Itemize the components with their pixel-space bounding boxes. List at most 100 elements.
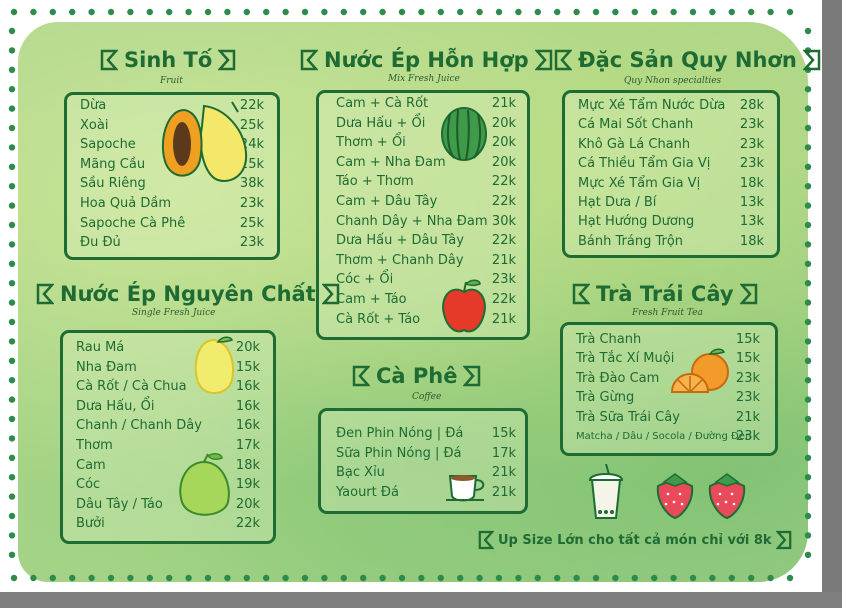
menu-item-price: 25k xyxy=(239,215,264,231)
title-text: Đặc Sản Quy Nhơn xyxy=(578,48,797,72)
border-dot xyxy=(127,574,134,582)
title-tra-trai-cay: Trà Trái Cây xyxy=(572,282,758,306)
border-dot xyxy=(748,574,755,582)
border-dot xyxy=(418,8,425,16)
menu-item-name: Dâu Tây / Táo xyxy=(76,496,163,512)
menu-item-name: Cóc xyxy=(76,477,101,493)
border-dot xyxy=(224,8,231,16)
menu-item-price: 22k xyxy=(491,194,516,209)
menu-item-name: Thơm + Ổi xyxy=(336,135,406,151)
border-dot xyxy=(49,8,56,16)
menu-item-name: Cam + Táo xyxy=(336,292,407,307)
papaya-icon xyxy=(161,101,248,182)
border-dot xyxy=(8,338,16,345)
menu-item-name: Hạt Dưa / Bí xyxy=(578,195,657,210)
menu-item-name: Trà Đào Cam xyxy=(576,370,660,386)
border-dot xyxy=(804,202,812,209)
menu-item-price: 21k xyxy=(735,409,760,425)
menu-item-name: Mực Xé Tẩm Nước Dừa xyxy=(578,98,726,113)
menu-item-name: Cà Rốt / Cà Chua xyxy=(76,379,187,395)
border-dot xyxy=(709,574,716,582)
border-dot xyxy=(728,574,735,582)
menu-item-name: Bánh Tráng Trộn xyxy=(578,233,684,249)
title-dac-san: Đặc Sản Quy Nhơn xyxy=(554,48,821,72)
bracket-left-icon xyxy=(352,365,370,387)
subtitle-ca-phe: Coffee xyxy=(412,392,442,402)
menu-item-name: Cá Mai Sốt Chanh xyxy=(578,117,694,133)
border-dot xyxy=(8,27,16,35)
border-dot xyxy=(204,574,212,582)
title-sinh-to: Sinh Tố xyxy=(100,48,236,72)
border-dot xyxy=(804,27,812,35)
border-dot xyxy=(340,8,347,16)
border-dot xyxy=(804,144,812,151)
menu-item-price: 21k xyxy=(491,252,516,268)
border-dot xyxy=(515,8,522,16)
border-dot xyxy=(379,8,386,16)
border-dot xyxy=(8,66,16,74)
border-dot xyxy=(804,474,812,481)
border-dot xyxy=(8,241,16,248)
title-nuoc-ep-nguyen-chat: Nước Ép Nguyên Chất xyxy=(36,282,340,306)
orange-icon xyxy=(670,348,729,393)
border-dot xyxy=(8,551,16,558)
menu-item-name: Đen Phin Nóng | Đá xyxy=(336,426,464,441)
border-dot xyxy=(30,8,37,16)
border-dot xyxy=(748,8,755,16)
border-dot xyxy=(107,574,115,582)
border-dot xyxy=(379,574,386,582)
bracket-right-icon xyxy=(534,49,552,71)
title-text: Nước Ép Hỗn Hợp xyxy=(324,48,529,72)
border-dot xyxy=(554,574,561,582)
canvas-bottom-edge xyxy=(0,592,842,608)
border-dot xyxy=(263,574,270,582)
border-dot xyxy=(804,396,812,403)
menu-item-name: Rau Má xyxy=(76,340,125,355)
bracket-right-icon xyxy=(321,283,339,305)
border-dot xyxy=(689,574,697,582)
title-nuoc-ep-hon-hop: Nước Ép Hỗn Hợp xyxy=(300,48,553,72)
border-dot xyxy=(709,8,716,16)
border-dot xyxy=(767,574,774,582)
title-text: Nước Ép Nguyên Chất xyxy=(60,282,316,306)
border-dot xyxy=(49,574,56,582)
border-dot xyxy=(804,318,812,326)
menu-item-name: Hạt Hướng Dương xyxy=(578,214,695,230)
border-dot xyxy=(8,124,16,132)
menu-item-name: Hoa Quả Dầm xyxy=(80,196,172,211)
menu-item-name: Xoài xyxy=(80,117,109,133)
border-dot xyxy=(8,377,16,384)
bracket-right-icon xyxy=(775,530,791,550)
border-dot xyxy=(804,124,812,132)
menu-item-price: 23k xyxy=(739,117,764,133)
menu-item-name: Bạc Xỉu xyxy=(336,465,385,480)
border-dot xyxy=(69,574,76,582)
title-text: Sinh Tố xyxy=(124,48,213,72)
upsize-note-text: Up Size Lớn cho tất cả món chỉ với 8k xyxy=(498,532,772,548)
border-dot xyxy=(8,47,16,54)
border-dot xyxy=(398,574,406,582)
border-dot xyxy=(804,415,812,423)
border-dot xyxy=(631,574,638,582)
menu-item-price: 13k xyxy=(739,214,764,230)
menu-item-name: Cá Thiều Tẩm Gia Vị xyxy=(578,156,711,172)
menu-item-name: Cóc + Ổi xyxy=(336,272,394,288)
border-dot xyxy=(166,574,173,582)
strawberry-icon xyxy=(656,473,694,520)
border-dot xyxy=(8,318,16,326)
subtitle-nuoc-ep-hon-hop: Mix Fresh Juice xyxy=(388,74,460,84)
border-dot xyxy=(534,8,541,16)
border-dot xyxy=(670,8,677,16)
border-dot xyxy=(612,574,619,582)
bracket-right-icon xyxy=(463,365,481,387)
border-dot xyxy=(263,8,270,16)
border-dot xyxy=(804,163,812,170)
menu-item-name: Dưa Hấu, Ổi xyxy=(76,398,155,414)
menu-item-name: Cam + Cà Rốt xyxy=(336,96,429,111)
border-dot xyxy=(340,574,347,582)
border-dot xyxy=(612,8,619,16)
border-dot xyxy=(651,8,658,16)
strawberry-icon xyxy=(708,473,746,520)
border-dot xyxy=(631,8,638,16)
border-dot xyxy=(804,551,812,558)
